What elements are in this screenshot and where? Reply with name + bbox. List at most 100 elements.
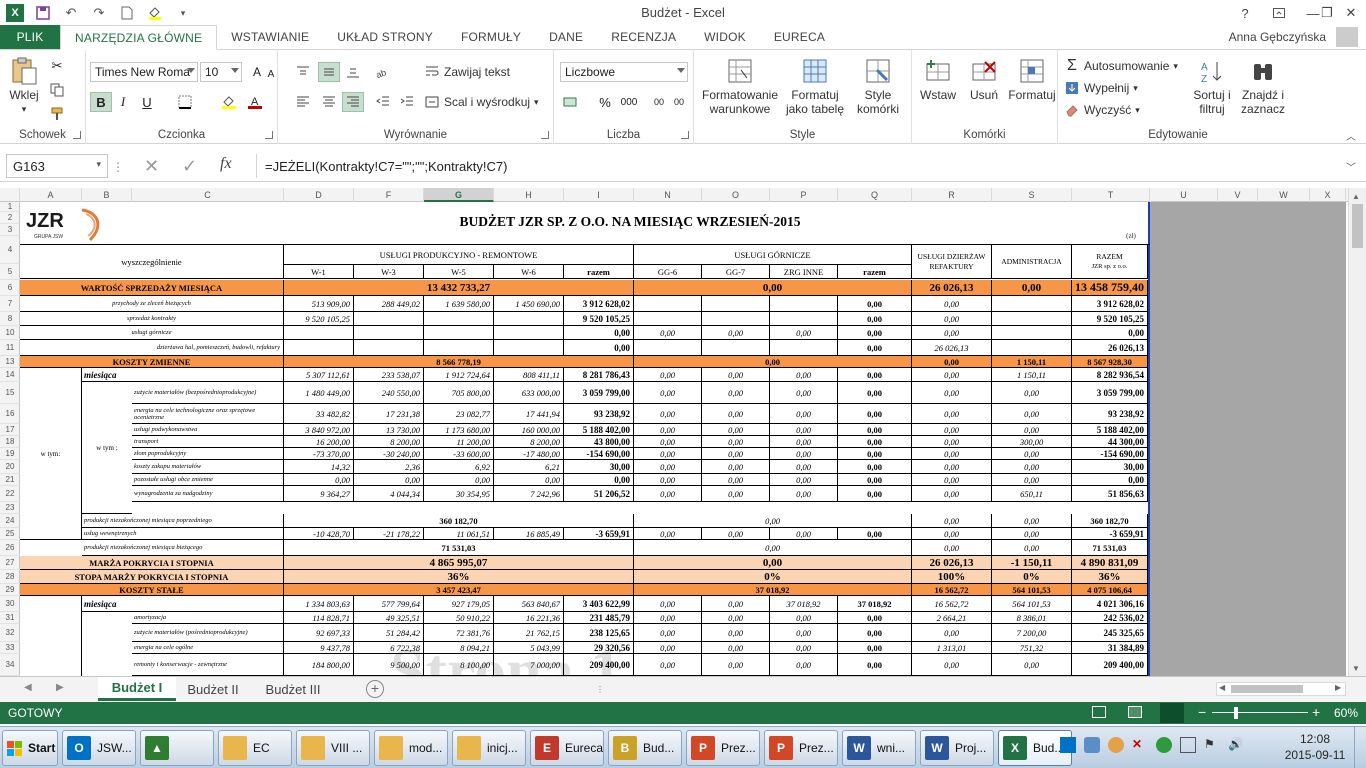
table-cell[interactable]: 0,00 (634, 596, 702, 612)
table-cell[interactable]: 0,00 (838, 382, 912, 404)
scroll-right-icon[interactable]: ▶ (1335, 683, 1341, 692)
format-cells-button[interactable]: Formatuj (1008, 56, 1056, 102)
table-cell[interactable]: 0,00 (838, 642, 912, 654)
table-cell[interactable]: 8 200,00 (494, 436, 564, 448)
table-cell[interactable]: 7 242,96 (494, 486, 564, 502)
table-cell[interactable]: 0,00 (770, 612, 838, 624)
table-cell[interactable]: 33 482,82 (284, 404, 354, 424)
table-cell[interactable]: -154 690,00 (564, 448, 634, 460)
column-header[interactable]: F (354, 188, 424, 202)
table-cell[interactable]: 1 912 724,64 (424, 368, 494, 382)
cut-icon[interactable]: ✂ (46, 56, 68, 76)
table-cell[interactable]: 0,00 (284, 474, 354, 486)
table-cell[interactable]: 0,00 (912, 424, 992, 436)
table-cell[interactable]: 17 441,94 (494, 404, 564, 424)
row-header[interactable]: 31 (0, 612, 20, 624)
taskbar-app-button[interactable]: E Eureca (530, 730, 604, 766)
row-header[interactable]: 28 (0, 570, 20, 584)
column-header[interactable]: X (1310, 188, 1346, 202)
app-tray-icon[interactable] (1108, 737, 1124, 753)
tab-eureca[interactable]: EURECA (760, 25, 839, 49)
start-button[interactable]: Start (2, 730, 58, 766)
table-cell[interactable]: 9 364,27 (284, 486, 354, 502)
table-cell[interactable]: 5 188 402,00 (564, 424, 634, 436)
table-cell[interactable]: 0,00 (912, 312, 992, 326)
taskbar-app-button[interactable]: Wwni... (842, 730, 916, 766)
table-cell[interactable]: 4 044,34 (354, 486, 424, 502)
table-cell[interactable]: 209 400,00 (1072, 654, 1148, 676)
normal-view-icon[interactable] (1092, 706, 1106, 718)
table-cell[interactable]: 0,00 (702, 460, 770, 474)
table-cell[interactable]: 9 520 105,25 (1072, 312, 1148, 326)
copy-icon[interactable] (46, 80, 68, 100)
scroll-down-icon[interactable]: ▼ (1352, 664, 1360, 673)
table-cell[interactable]: 233 538,07 (354, 368, 424, 382)
table-cell[interactable]: 0,00 (838, 460, 912, 474)
accounting-format-icon[interactable] (560, 92, 582, 112)
table-cell[interactable]: 0,00 (770, 368, 838, 382)
table-cell[interactable]: 0,00 (702, 448, 770, 460)
cell-styles-button[interactable]: Style komórki (848, 56, 908, 116)
table-cell[interactable]: 0,00 (702, 596, 770, 612)
zoom-slider[interactable] (1212, 712, 1308, 713)
table-cell[interactable]: 0,00 (702, 642, 770, 654)
table-cell[interactable]: 0,00 (702, 326, 770, 340)
table-cell[interactable]: 0,00 (770, 486, 838, 502)
table-cell[interactable]: 0,00 (838, 624, 912, 642)
table-cell[interactable]: 49 325,51 (354, 612, 424, 624)
table-cell[interactable]: -3 659,91 (1072, 528, 1148, 540)
table-cell[interactable] (494, 340, 564, 356)
table-cell[interactable]: 0,00 (634, 460, 702, 474)
vertical-scrollbar[interactable]: ▲ ▼ (1348, 188, 1366, 676)
row-header[interactable]: 17 (0, 424, 20, 436)
table-cell[interactable]: 37 018,92 (770, 596, 838, 612)
add-sheet-icon[interactable]: + (366, 680, 384, 698)
cancel-icon[interactable]: ✕ (144, 156, 159, 177)
tab-data[interactable]: DANE (535, 25, 597, 49)
collapse-ribbon-icon[interactable]: ︿ (1346, 128, 1356, 143)
number-launcher-icon[interactable] (681, 131, 689, 139)
new-document-icon[interactable] (118, 4, 136, 22)
table-cell[interactable] (634, 312, 702, 326)
table-cell[interactable]: 0,00 (702, 424, 770, 436)
table-cell[interactable]: 114 828,71 (284, 612, 354, 624)
table-cell[interactable]: 0,00 (702, 624, 770, 642)
table-cell[interactable]: 16 562,72 (912, 596, 992, 612)
table-cell[interactable] (634, 296, 702, 312)
ribbon-display-options-icon[interactable] (1262, 0, 1296, 26)
table-cell[interactable]: 0,00 (912, 460, 992, 474)
column-header[interactable]: D (284, 188, 354, 202)
table-cell[interactable]: 0,00 (912, 528, 992, 540)
table-cell[interactable]: 0,00 (354, 474, 424, 486)
table-cell[interactable]: 1 334 803,63 (284, 596, 354, 612)
table-cell[interactable] (494, 312, 564, 326)
table-cell[interactable]: 0,00 (838, 474, 912, 486)
row-header[interactable]: 20 (0, 460, 20, 474)
table-cell[interactable]: 0,00 (992, 654, 1072, 676)
table-cell[interactable] (634, 340, 702, 356)
row-header[interactable]: 10 (0, 326, 20, 340)
align-center-icon[interactable] (318, 92, 340, 112)
table-cell[interactable]: 0,00 (912, 436, 992, 448)
page-layout-view-icon[interactable] (1128, 706, 1142, 718)
table-cell[interactable]: 0,00 (634, 404, 702, 424)
fill-color-icon[interactable] (146, 4, 164, 22)
table-cell[interactable] (702, 296, 770, 312)
customize-qat-icon[interactable]: ▾ (174, 4, 192, 22)
table-cell[interactable]: 927 179,05 (424, 596, 494, 612)
table-cell[interactable]: 0,00 (912, 326, 992, 340)
table-cell[interactable]: 26 026,13 (912, 340, 992, 356)
table-cell[interactable]: 0,00 (564, 326, 634, 340)
taskbar-app-button[interactable]: ▲ (140, 730, 214, 766)
row-header[interactable]: 11 (0, 340, 20, 356)
table-cell[interactable]: 0,00 (702, 612, 770, 624)
page-break-view-icon[interactable] (1160, 703, 1184, 723)
table-cell[interactable]: 650,11 (992, 486, 1072, 502)
excel-app-icon[interactable]: X (6, 4, 24, 22)
table-cell[interactable]: 0,00 (1072, 474, 1148, 486)
row-header[interactable]: 33 (0, 642, 20, 654)
table-cell[interactable]: 14,32 (284, 460, 354, 474)
table-cell[interactable]: -3 659,91 (564, 528, 634, 540)
row-header[interactable]: 14 (0, 368, 20, 382)
zoom-slider-thumb[interactable] (1234, 707, 1238, 719)
